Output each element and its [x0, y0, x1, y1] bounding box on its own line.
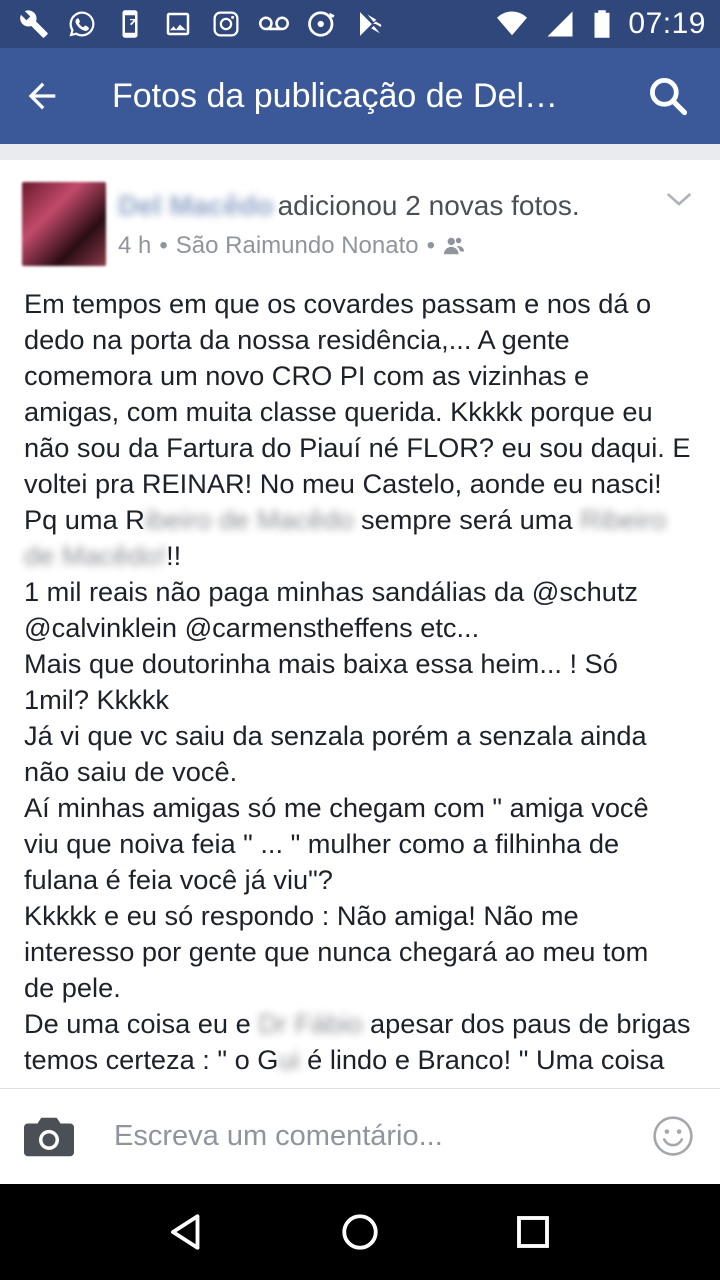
back-button[interactable] [22, 64, 86, 128]
text-segment: Pq uma R [24, 504, 145, 535]
voicemail-icon [258, 8, 290, 40]
music-icon [306, 8, 338, 40]
home-circle-icon [342, 1214, 378, 1250]
post-line: Pq uma Ribeiro de Macêdo sempre será uma… [24, 502, 704, 538]
instagram-icon [210, 8, 242, 40]
nav-recents-button[interactable] [503, 1202, 563, 1262]
text-segment: !! [166, 540, 182, 571]
emoji-button[interactable] [652, 1115, 696, 1159]
post-line: de Macêdo!!! [24, 538, 704, 574]
page-title: Fotos da publicação de Del… [112, 76, 559, 115]
post-line: não saiu de você. [24, 756, 238, 787]
post-line: não sou da Fartura do Piauí né FLOR? eu … [24, 432, 691, 463]
post-action: adicionou 2 novas fotos. [277, 190, 580, 221]
redacted-name: Dr Fábio [250, 1008, 363, 1039]
post-line: temos certeza : " o Gui é lindo e Branco… [24, 1042, 704, 1078]
post-line: fulana é feia você já viu"? [24, 864, 333, 895]
meta-separator: • [159, 232, 168, 259]
phone-app-icon [114, 8, 146, 40]
post-line: comemora um novo CRO PI com as vizinhas … [24, 360, 590, 391]
signal-icon [544, 8, 576, 40]
author-name[interactable]: Del Macêdo [118, 190, 274, 222]
camera-icon [24, 1117, 74, 1156]
post-text: Em tempos em que os covardes passam e no… [24, 286, 704, 1078]
comment-input[interactable] [114, 1120, 652, 1153]
status-bar: 07:19 [0, 0, 720, 48]
comment-composer [0, 1088, 720, 1184]
clock: 07:19 [628, 7, 706, 40]
post-meta: 4 h • São Raimundo Nonato • [118, 232, 465, 260]
post-line: de pele. [24, 972, 121, 1003]
system-nav-bar [0, 1184, 720, 1280]
friends-icon [443, 237, 465, 255]
whatsapp-icon [66, 8, 98, 40]
avatar[interactable] [22, 182, 106, 266]
post-line: viu que noiva feia " ... " mulher como a… [24, 828, 620, 859]
post-line: amigas, com muita classe querida. Kkkkk … [24, 396, 653, 427]
post-line: Kkkkk e eu só respondo : Não amiga! Não … [24, 900, 579, 931]
system-status: 07:19 [496, 7, 706, 41]
nav-back-button[interactable] [157, 1202, 217, 1262]
arrow-back-icon [28, 82, 56, 110]
notification-icons [18, 8, 386, 40]
post-line: Em tempos em que os covardes passam e no… [24, 288, 652, 319]
post-line: Já vi que vc saiu da senzala porém a sen… [24, 720, 647, 751]
search-button[interactable] [636, 64, 700, 128]
post-line: Aí minhas amigas só me chegam com " amig… [24, 792, 649, 823]
text-segment: é lindo e Branco! " Uma coisa [299, 1044, 665, 1075]
post-card: Del Macêdo adicionou 2 novas fotos. 4 h … [0, 160, 720, 1088]
text-segment: apesar dos paus de brigas [362, 1008, 691, 1039]
post-location[interactable]: São Raimundo Nonato [176, 232, 419, 260]
back-triangle-icon [170, 1214, 200, 1250]
search-icon [650, 78, 688, 116]
post-time[interactable]: 4 h [118, 232, 151, 260]
post-line: 1mil? Kkkkk [24, 684, 170, 715]
redacted-name: Ribeiro [580, 504, 667, 535]
wrench-icon [18, 8, 50, 40]
redacted-name: ui [278, 1044, 300, 1075]
post-menu-button[interactable] [664, 184, 694, 214]
chevron-down-icon [666, 192, 692, 206]
wifi-icon [496, 8, 528, 40]
camera-button[interactable] [24, 1111, 76, 1163]
meta-separator: • [426, 232, 436, 259]
nav-home-button[interactable] [330, 1202, 390, 1262]
recents-square-icon [517, 1216, 550, 1248]
image-icon [162, 8, 194, 40]
text-segment: temos certeza : " o G [24, 1044, 279, 1075]
text-segment: sempre será uma [353, 504, 581, 535]
post-line: @calvinklein @carmenstheffens etc... [24, 612, 480, 643]
post-line: 1 mil reais não paga minhas sandálias da… [24, 576, 638, 607]
post-line: Mais que doutorinha mais baixa essa heim… [24, 648, 618, 679]
battery-icon [592, 8, 612, 40]
post-line: De uma coisa eu e Dr Fábio apesar dos pa… [24, 1006, 704, 1042]
text-segment: De uma coisa eu e [24, 1008, 251, 1039]
redacted-name: ibeiro de Macêdo [144, 504, 354, 535]
post-line: dedo na porta da nossa residência,... A … [24, 324, 570, 355]
redacted-name: de Macêdo! [24, 540, 167, 571]
app-bar: Fotos da publicação de Del… [0, 48, 720, 144]
post-header: Del Macêdo adicionou 2 novas fotos. [118, 190, 580, 222]
post-line: interesso por gente que nunca chegará ao… [24, 936, 649, 967]
play-store-icon [354, 8, 386, 40]
smiley-icon [653, 1115, 693, 1156]
post-line: voltei pra REINAR! No meu Castelo, aonde… [24, 468, 662, 499]
